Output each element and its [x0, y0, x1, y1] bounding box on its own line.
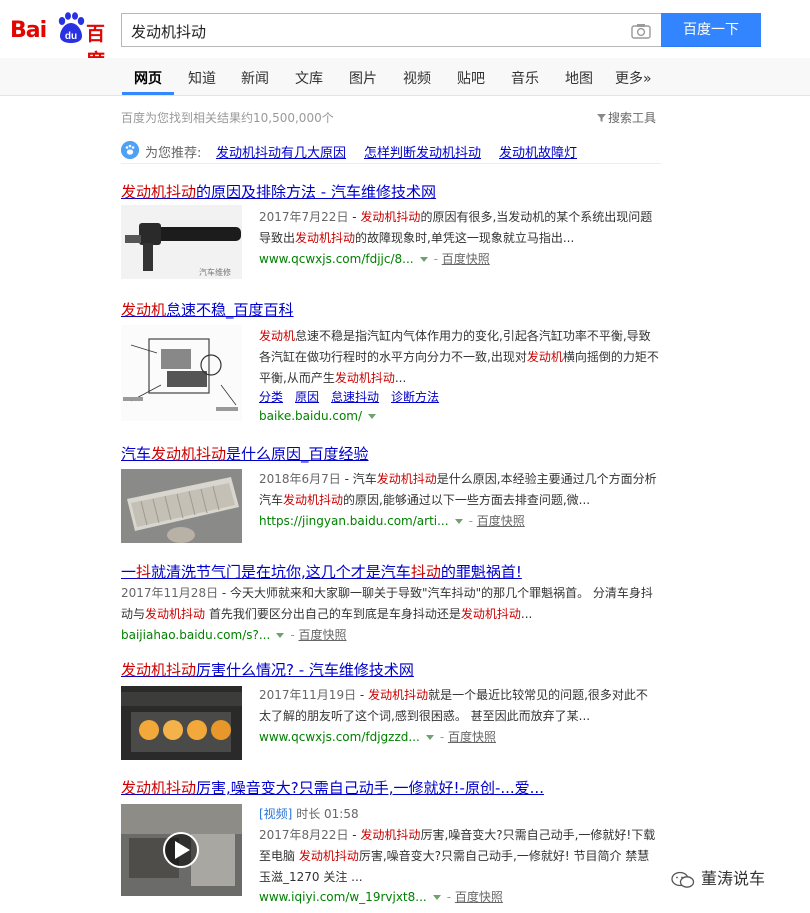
- result-url-line: baijiahao.baidu.com/s?... - 百度快照: [121, 628, 347, 642]
- wechat-icon: [671, 871, 695, 888]
- search-result: 发动机抖动的原因及排除方法 - 汽车维修技术网 汽车维修 2017年7月22日 …: [121, 181, 661, 281]
- header: Bai du 百度 发动机抖动 百度一下: [0, 0, 810, 72]
- sublink[interactable]: 分类: [259, 390, 283, 404]
- search-tools-label: 搜索工具: [608, 111, 657, 125]
- recommend-link[interactable]: 发动机故障灯: [499, 142, 577, 161]
- result-abstract: 2017年11月28日 - 今天大师就来和大家聊一聊关于导致"汽车抖动"的那几个…: [121, 586, 653, 621]
- sublink[interactable]: 原因: [295, 390, 319, 404]
- svg-text:汽车维修: 汽车维修: [199, 267, 231, 277]
- logo-text-du: du: [65, 31, 77, 42]
- snapshot-link[interactable]: 百度快照: [448, 730, 496, 744]
- tab-more[interactable]: 更多»: [615, 68, 652, 88]
- result-count: 百度为您找到相关结果约10,500,000个: [121, 111, 334, 125]
- result-url-line: https://jingyan.baidu.com/arti... - 百度快照: [259, 514, 525, 528]
- camera-icon[interactable]: [631, 23, 651, 39]
- snapshot-link[interactable]: 百度快照: [442, 252, 490, 266]
- recommend-label: 为您推荐:: [145, 146, 202, 161]
- dropdown-arrow-icon[interactable]: [454, 518, 463, 524]
- result-title[interactable]: 汽车发动机抖动是什么原因_百度经验: [121, 443, 661, 464]
- tab-images[interactable]: 图片: [349, 68, 377, 88]
- result-title[interactable]: 发动机抖动厉害什么情况? - 汽车维修技术网: [121, 659, 661, 680]
- result-title[interactable]: 发动机抖动厉害,噪音变大?只需自己动手,一修就好!-原创-...爱...: [121, 777, 661, 798]
- search-tabs: 网页 知道 新闻 文库 图片 视频 贴吧 音乐 地图 更多»: [0, 58, 810, 96]
- result-abstract: 2018年6月7日 - 汽车发动机抖动是什么原因,本经验主要通过几个方面分析汽车…: [259, 472, 657, 507]
- search-result: 发动机怠速不稳_百度百科 发动机怠速不稳是指汽缸内气体作用力的变化,引起各汽缸功…: [121, 299, 661, 429]
- result-title[interactable]: 发动机抖动的原因及排除方法 - 汽车维修技术网: [121, 181, 661, 202]
- result-url[interactable]: https://jingyan.baidu.com/arti...: [259, 514, 449, 528]
- paw-icon: du: [58, 12, 85, 43]
- result-url[interactable]: baijiahao.baidu.com/s?...: [121, 628, 270, 642]
- dropdown-arrow-icon[interactable]: [419, 256, 428, 262]
- result-title[interactable]: 一抖就清洗节气门是在坑你,这几个才是汽车抖动的罪魁祸首!: [121, 561, 661, 582]
- tab-wenku[interactable]: 文库: [295, 68, 323, 88]
- logo-text-bai: Bai: [10, 18, 47, 43]
- video-thumbnail[interactable]: [121, 804, 242, 896]
- result-title[interactable]: 发动机怠速不稳_百度百科: [121, 299, 661, 320]
- result-abstract: [视频] 时长 01:58 2017年8月22日 - 发动机抖动厉害,噪音变大?…: [259, 807, 656, 884]
- result-thumbnail[interactable]: 汽车维修: [121, 205, 242, 279]
- dropdown-arrow-icon[interactable]: [368, 413, 377, 419]
- result-url[interactable]: www.qcwxjs.com/fdjgzzd...: [259, 730, 420, 744]
- baidu-logo[interactable]: Bai du 百度: [10, 10, 114, 72]
- result-abstract: 2017年7月22日 - 发动机抖动的原因有很多,当发动机的某个系统出现问题导致…: [259, 210, 653, 245]
- search-input[interactable]: 发动机抖动: [121, 13, 661, 47]
- tab-web[interactable]: 网页: [134, 68, 162, 88]
- tab-video[interactable]: 视频: [403, 68, 431, 88]
- tab-tieba[interactable]: 贴吧: [457, 68, 485, 88]
- search-result: 发动机抖动厉害,噪音变大?只需自己动手,一修就好!-原创-...爱... [视频…: [121, 777, 661, 907]
- dropdown-arrow-icon[interactable]: [276, 632, 285, 638]
- dropdown-arrow-icon[interactable]: [425, 734, 434, 740]
- baike-sublinks: 分类 原因 怠速抖动 诊断方法: [259, 388, 451, 405]
- search-result: 发动机抖动厉害什么情况? - 汽车维修技术网 2017年11月19日 - 发动机…: [121, 659, 661, 760]
- result-url-line: www.iqiyi.com/w_19rvjxt8... - 百度快照: [259, 890, 503, 904]
- dropdown-arrow-icon[interactable]: [432, 894, 441, 900]
- tab-music[interactable]: 音乐: [511, 68, 539, 88]
- snapshot-link[interactable]: 百度快照: [455, 890, 503, 904]
- paw-bubble-icon: [121, 141, 139, 159]
- sublink[interactable]: 诊断方法: [391, 390, 439, 404]
- result-thumbnail[interactable]: [121, 325, 242, 421]
- divider: [121, 163, 661, 164]
- active-tab-indicator: [122, 92, 174, 95]
- tab-map[interactable]: 地图: [565, 68, 593, 88]
- search-query: 发动机抖动: [131, 23, 207, 41]
- search-tools-button[interactable]: 搜索工具: [597, 109, 656, 126]
- snapshot-link[interactable]: 百度快照: [477, 514, 525, 528]
- search-button[interactable]: 百度一下: [661, 13, 761, 47]
- search-result: 一抖就清洗节气门是在坑你,这几个才是汽车抖动的罪魁祸首! 2017年11月28日…: [121, 561, 661, 643]
- video-tag: [视频]: [259, 807, 293, 821]
- recommend-link[interactable]: 怎样判断发动机抖动: [364, 142, 481, 161]
- sublink[interactable]: 怠速抖动: [331, 390, 379, 404]
- result-url-line: baike.baidu.com/: [259, 409, 382, 423]
- recommend-link[interactable]: 发动机抖动有几大原因: [216, 142, 346, 161]
- funnel-icon: [597, 114, 606, 122]
- watermark-text: 董涛说车: [701, 869, 766, 888]
- tab-news[interactable]: 新闻: [241, 68, 269, 88]
- result-url[interactable]: www.iqiyi.com/w_19rvjxt8...: [259, 890, 427, 904]
- result-url-line: www.qcwxjs.com/fdjgzzd... - 百度快照: [259, 730, 496, 744]
- result-abstract: 2017年11月19日 - 发动机抖动就是一个最近比较常见的问题,很多对此不太了…: [259, 688, 648, 723]
- result-thumbnail[interactable]: [121, 686, 242, 760]
- result-url[interactable]: baike.baidu.com/: [259, 409, 362, 423]
- result-abstract: 发动机怠速不稳是指汽缸内气体作用力的变化,引起各汽缸功率不平衡,导致各汽缸在做功…: [259, 329, 659, 385]
- result-url-line: www.qcwxjs.com/fdjjc/8... - 百度快照: [259, 252, 490, 266]
- wechat-watermark: 董涛说车: [671, 865, 765, 889]
- result-thumbnail[interactable]: [121, 469, 242, 543]
- search-result: 汽车发动机抖动是什么原因_百度经验 2018年6月7日 - 汽车发动机抖动是什么…: [121, 443, 661, 543]
- tab-zhidao[interactable]: 知道: [188, 68, 216, 88]
- snapshot-link[interactable]: 百度快照: [298, 628, 346, 642]
- result-url[interactable]: www.qcwxjs.com/fdjjc/8...: [259, 252, 414, 266]
